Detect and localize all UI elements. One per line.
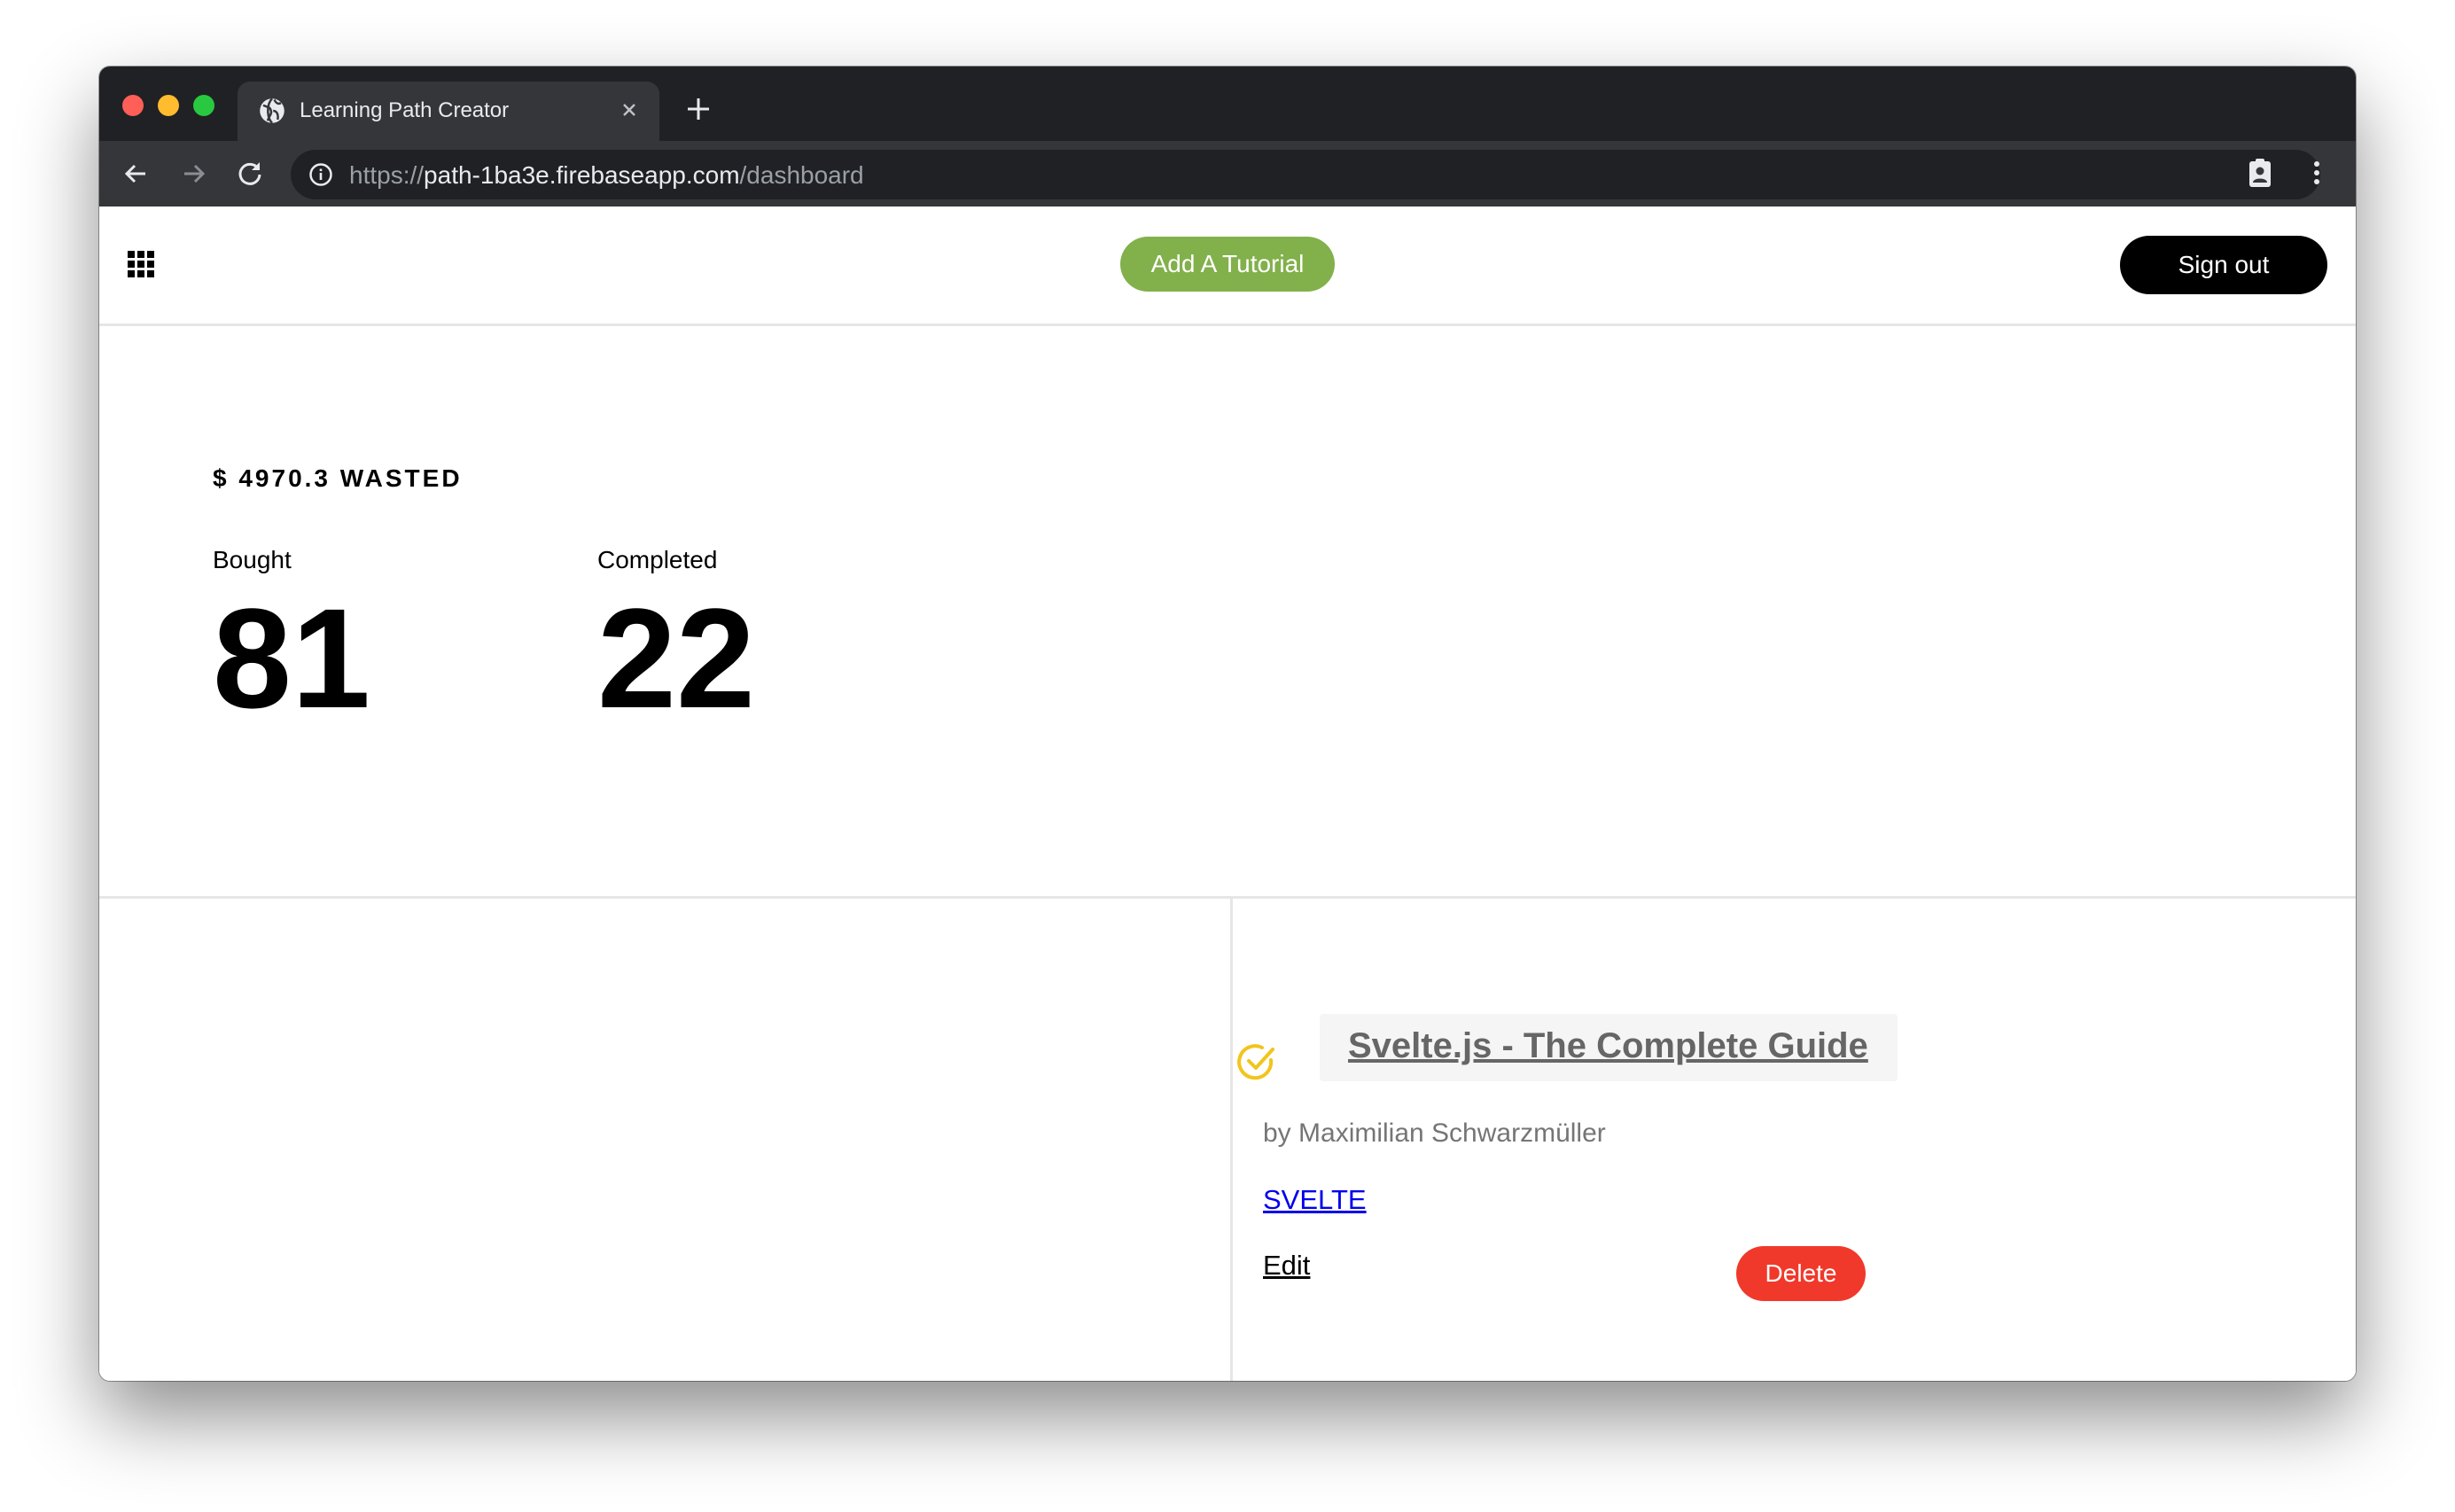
apps-grid-icon[interactable] xyxy=(128,251,154,277)
url-host: path-1ba3e.firebaseapp.com xyxy=(424,161,740,189)
tab-title: Learning Path Creator xyxy=(300,98,510,122)
browser-window: Learning Path Creator https://path-1ba3e… xyxy=(99,66,2356,1381)
back-arrow-icon[interactable] xyxy=(121,158,152,190)
reload-icon[interactable] xyxy=(234,158,266,190)
bought-label: Bought xyxy=(213,546,292,573)
page-content: Add A Tutorial Sign out $ 4970.3 WASTED … xyxy=(99,207,2356,1381)
globe-icon xyxy=(260,97,284,124)
add-tutorial-button[interactable]: Add A Tutorial xyxy=(1120,237,1335,292)
more-vert-icon[interactable] xyxy=(2299,155,2334,191)
forward-arrow-icon[interactable] xyxy=(177,158,209,190)
plus-icon[interactable] xyxy=(681,91,716,127)
browser-tab[interactable]: Learning Path Creator xyxy=(238,82,659,141)
close-window-button[interactable] xyxy=(122,95,144,116)
tab-bar: Learning Path Creator xyxy=(99,66,2356,141)
browser-toolbar: https://path-1ba3e.firebaseapp.com/dashb… xyxy=(99,141,2356,207)
check-circle-icon[interactable] xyxy=(1235,1040,1278,1083)
app-header: Add A Tutorial Sign out xyxy=(99,207,2356,326)
clipboard-account-icon[interactable] xyxy=(2242,155,2278,191)
wasted-amount: $ 4970.3 WASTED xyxy=(213,464,463,492)
minimize-window-button[interactable] xyxy=(158,95,179,116)
completed-label: Completed xyxy=(597,546,718,573)
info-icon[interactable] xyxy=(308,162,333,187)
close-icon[interactable] xyxy=(615,96,643,124)
delete-button[interactable]: Delete xyxy=(1736,1246,1866,1301)
stats-section: $ 4970.3 WASTED Bought 81 Completed 22 xyxy=(99,326,2356,899)
url-scheme: https:// xyxy=(349,161,425,189)
tutorial-card: Svelte.js - The Complete Guide by Maximi… xyxy=(1233,899,2356,1381)
completed-count: 22 xyxy=(597,579,755,737)
sign-out-button[interactable]: Sign out xyxy=(2120,236,2327,294)
tutorial-tag-link[interactable]: SVELTE xyxy=(1263,1184,1367,1216)
tutorial-title-link[interactable]: Svelte.js - The Complete Guide xyxy=(1348,1026,1868,1066)
maximize-window-button[interactable] xyxy=(193,95,214,116)
url-text: https://path-1ba3e.firebaseapp.com/dashb… xyxy=(349,161,864,190)
edit-link[interactable]: Edit xyxy=(1263,1250,1310,1282)
tutorial-title-box: Svelte.js - The Complete Guide xyxy=(1320,1014,1898,1081)
url-path: /dashboard xyxy=(739,161,864,189)
address-bar[interactable]: https://path-1ba3e.firebaseapp.com/dashb… xyxy=(291,150,2320,199)
tutorials-section: Svelte.js - The Complete Guide by Maximi… xyxy=(99,899,2356,1381)
bought-count: 81 xyxy=(213,579,370,737)
tutorial-author: by Maximilian Schwarzmüller xyxy=(1263,1118,1606,1148)
